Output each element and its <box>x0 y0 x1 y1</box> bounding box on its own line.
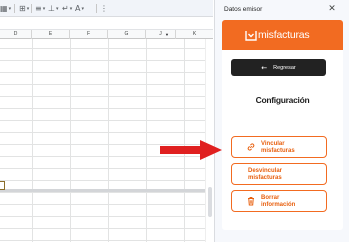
selected-cell[interactable] <box>0 181 5 190</box>
column-header-g[interactable]: G <box>108 30 146 39</box>
close-icon[interactable]: ✕ <box>326 3 338 15</box>
side-panel: Datos emisor ✕ misfacturas ← Regresar Co… <box>214 0 349 242</box>
trash-icon <box>248 197 254 206</box>
spreadsheet-area: ▦ ▾ ⊞ ▾ ≡ ▾ ⊥ ▾ ↵ ▾ A ▾ ⋮ D E F G J ▼ K <box>0 0 213 242</box>
link-icon <box>247 143 255 151</box>
unlink-account-label: Desvincular misfacturas <box>248 168 282 181</box>
column-header-j[interactable]: J ▼ <box>146 30 176 39</box>
link-account-button[interactable]: Vincular misfacturas <box>231 136 327 158</box>
filter-dropdown-icon[interactable]: ▼ <box>165 30 169 39</box>
vertical-align-icon[interactable]: ⊥ ▾ <box>48 2 58 15</box>
toolbar-divider <box>31 4 32 13</box>
column-header-k[interactable]: K <box>176 30 213 39</box>
label-line: misfacturas <box>261 147 295 154</box>
addon-card: misfacturas ← Regresar Configuración Vin… <box>222 20 343 230</box>
label-line: misfacturas <box>248 174 282 181</box>
merge-cells-icon[interactable]: ⊞ ▾ <box>19 2 29 15</box>
toolbar-divider <box>14 4 15 13</box>
column-header-f[interactable]: F <box>70 30 108 39</box>
label-line: Desvincular <box>248 168 283 174</box>
formula-bar[interactable] <box>0 17 213 30</box>
column-header-e[interactable]: E <box>32 30 70 39</box>
column-header-label: J <box>159 31 162 37</box>
panel-title: Datos emisor <box>224 6 263 13</box>
arrow-left-icon: ← <box>261 63 268 72</box>
borders-icon[interactable]: ▦ ▾ <box>0 2 11 15</box>
scrollbar-thumb[interactable] <box>208 187 212 217</box>
more-options-icon[interactable]: ⋮ <box>100 2 108 15</box>
text-rotation-icon[interactable]: A ▾ <box>75 2 84 15</box>
red-arrow-annotation <box>160 140 222 160</box>
label-line: Vincular <box>261 141 285 147</box>
brand-header: misfacturas <box>222 20 343 50</box>
horizontal-align-icon[interactable]: ≡ ▾ <box>35 2 45 15</box>
back-button-label: Regresar <box>273 64 296 71</box>
label-line: Borrar <box>261 195 280 201</box>
link-account-label: Vincular misfacturas <box>261 141 295 154</box>
delete-data-label: Borrar información <box>261 195 295 208</box>
back-button[interactable]: ← Regresar <box>231 59 326 76</box>
sheet-toolbar: ▦ ▾ ⊞ ▾ ≡ ▾ ⊥ ▾ ↵ ▾ A ▾ ⋮ <box>0 0 213 17</box>
delete-data-button[interactable]: Borrar información <box>231 190 327 212</box>
brand-name: misfacturas <box>258 29 310 41</box>
column-headers: D E F G J ▼ K <box>0 30 213 39</box>
toolbar-divider <box>96 4 97 13</box>
inbox-logo-icon <box>245 31 257 41</box>
unlink-account-button[interactable]: Desvincular misfacturas <box>231 163 327 185</box>
column-header-d[interactable]: D <box>0 30 32 39</box>
label-line: información <box>261 201 296 208</box>
text-wrap-icon[interactable]: ↵ ▾ <box>62 2 72 15</box>
section-title: Configuración <box>255 95 310 105</box>
freeze-divider[interactable] <box>0 189 205 192</box>
